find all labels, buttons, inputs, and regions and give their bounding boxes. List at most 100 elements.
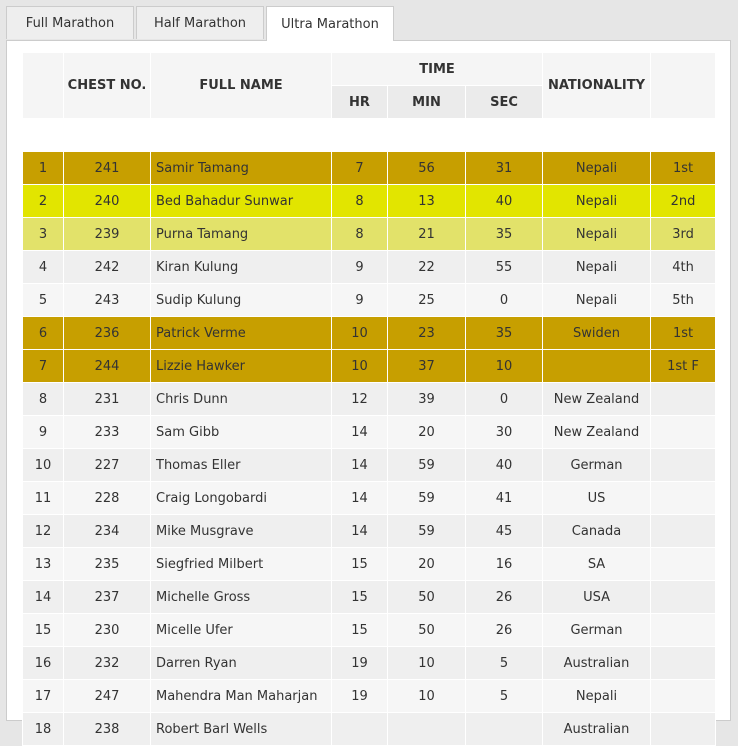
cell-hr: 14: [331, 514, 388, 548]
cell-min: 50: [387, 613, 466, 647]
cell-chest-no: 241: [63, 151, 151, 185]
cell-nationality: Nepali: [542, 679, 652, 713]
cell-hr: 19: [331, 679, 388, 713]
cell-rank: 11: [22, 481, 64, 515]
cell-chest-no: 231: [63, 382, 151, 416]
cell-nationality: German: [542, 613, 652, 647]
cell-nationality: SA: [542, 547, 652, 581]
table-row: 16 232 Darren Ryan 19 10 5 Australian: [22, 646, 717, 680]
cell-nationality: Swiden: [542, 316, 652, 350]
cell-position: [650, 481, 717, 515]
table-row: 14 237 Michelle Gross 15 50 26 USA: [22, 580, 717, 614]
header-position: [650, 52, 717, 119]
cell-chest-no: 228: [63, 481, 151, 515]
cell-hr: 8: [331, 184, 388, 218]
table-row: 4 242 Kiran Kulung 9 22 55 Nepali 4th: [22, 250, 717, 284]
cell-chest-no: 243: [63, 283, 151, 317]
table-row: 17 247 Mahendra Man Maharjan 19 10 5 Nepali: [22, 679, 717, 713]
cell-nationality: Canada: [542, 514, 652, 548]
cell-rank: 16: [22, 646, 64, 680]
cell-sec: 16: [464, 547, 544, 581]
cell-sec: 5: [464, 646, 544, 680]
cell-position: [650, 514, 717, 548]
cell-nationality: Australian: [542, 646, 652, 680]
results-table: CHEST NO. FULL NAME TIME NATIONALITY HR …: [22, 52, 717, 746]
cell-min: 22: [387, 250, 466, 284]
cell-rank: 5: [22, 283, 64, 317]
cell-nationality: Nepali: [542, 151, 652, 185]
cell-nationality: Nepali: [542, 250, 652, 284]
cell-nationality: US: [542, 481, 652, 515]
cell-hr: 8: [331, 217, 388, 251]
cell-full-name: Chris Dunn: [150, 382, 332, 416]
tab-full-marathon[interactable]: Full Marathon: [6, 6, 134, 39]
cell-nationality: New Zealand: [542, 415, 652, 449]
cell-rank: 4: [22, 250, 64, 284]
results-tabs: Full Marathon Half Marathon Ultra Marath…: [6, 6, 396, 41]
cell-chest-no: 234: [63, 514, 151, 548]
cell-full-name: Thomas Eller: [150, 448, 332, 482]
cell-sec: [464, 712, 544, 746]
cell-position: 1st: [650, 151, 717, 185]
cell-position: [650, 382, 717, 416]
table-row: 18 238 Robert Barl Wells Australian: [22, 712, 717, 746]
cell-min: 59: [387, 448, 466, 482]
cell-position: [650, 646, 717, 680]
cell-hr: 14: [331, 481, 388, 515]
cell-full-name: Robert Barl Wells: [150, 712, 332, 746]
cell-full-name: Bed Bahadur Sunwar: [150, 184, 332, 218]
cell-chest-no: 240: [63, 184, 151, 218]
cell-sec: 30: [464, 415, 544, 449]
cell-nationality: USA: [542, 580, 652, 614]
cell-hr: 9: [331, 250, 388, 284]
header-rank: [22, 52, 64, 119]
cell-min: 10: [387, 646, 466, 680]
table-row: 9 233 Sam Gibb 14 20 30 New Zealand: [22, 415, 717, 449]
cell-rank: 18: [22, 712, 64, 746]
tab-half-marathon[interactable]: Half Marathon: [136, 6, 264, 39]
cell-hr: 10: [331, 349, 388, 383]
cell-rank: 17: [22, 679, 64, 713]
cell-min: 59: [387, 481, 466, 515]
cell-hr: 7: [331, 151, 388, 185]
cell-chest-no: 227: [63, 448, 151, 482]
table-row: 8 231 Chris Dunn 12 39 0 New Zealand: [22, 382, 717, 416]
cell-nationality: Australian: [542, 712, 652, 746]
cell-hr: [331, 712, 388, 746]
header-nationality: NATIONALITY: [542, 52, 652, 119]
results-panel: CHEST NO. FULL NAME TIME NATIONALITY HR …: [6, 40, 731, 746]
cell-nationality: New Zealand: [542, 382, 652, 416]
cell-rank: 7: [22, 349, 64, 383]
cell-min: 23: [387, 316, 466, 350]
cell-min: 59: [387, 514, 466, 548]
header-time: TIME: [330, 52, 544, 86]
cell-full-name: Sam Gibb: [150, 415, 332, 449]
cell-min: 25: [387, 283, 466, 317]
cell-chest-no: 238: [63, 712, 151, 746]
table-row: 11 228 Craig Longobardi 14 59 41 US: [22, 481, 717, 515]
cell-min: 13: [387, 184, 466, 218]
cell-position: [650, 415, 717, 449]
cell-full-name: Michelle Gross: [150, 580, 332, 614]
cell-sec: 45: [464, 514, 544, 548]
cell-position: [650, 547, 717, 581]
cell-position: [650, 448, 717, 482]
cell-position: 2nd: [650, 184, 717, 218]
cell-min: [387, 712, 466, 746]
cell-position: [650, 580, 717, 614]
cell-hr: 15: [331, 613, 388, 647]
table-row: 13 235 Siegfried Milbert 15 20 16 SA: [22, 547, 717, 581]
table-row: 15 230 Micelle Ufer 15 50 26 German: [22, 613, 717, 647]
table-row: 6 236 Patrick Verme 10 23 35 Swiden 1st: [22, 316, 717, 350]
cell-full-name: Micelle Ufer: [150, 613, 332, 647]
table-row: 12 234 Mike Musgrave 14 59 45 Canada: [22, 514, 717, 548]
cell-min: 20: [387, 415, 466, 449]
cell-chest-no: 242: [63, 250, 151, 284]
cell-hr: 14: [331, 448, 388, 482]
table-row: 10 227 Thomas Eller 14 59 40 German: [22, 448, 717, 482]
cell-full-name: Mahendra Man Maharjan: [150, 679, 332, 713]
cell-sec: 41: [464, 481, 544, 515]
tab-ultra-marathon[interactable]: Ultra Marathon: [266, 6, 394, 41]
cell-rank: 6: [22, 316, 64, 350]
cell-min: 39: [387, 382, 466, 416]
